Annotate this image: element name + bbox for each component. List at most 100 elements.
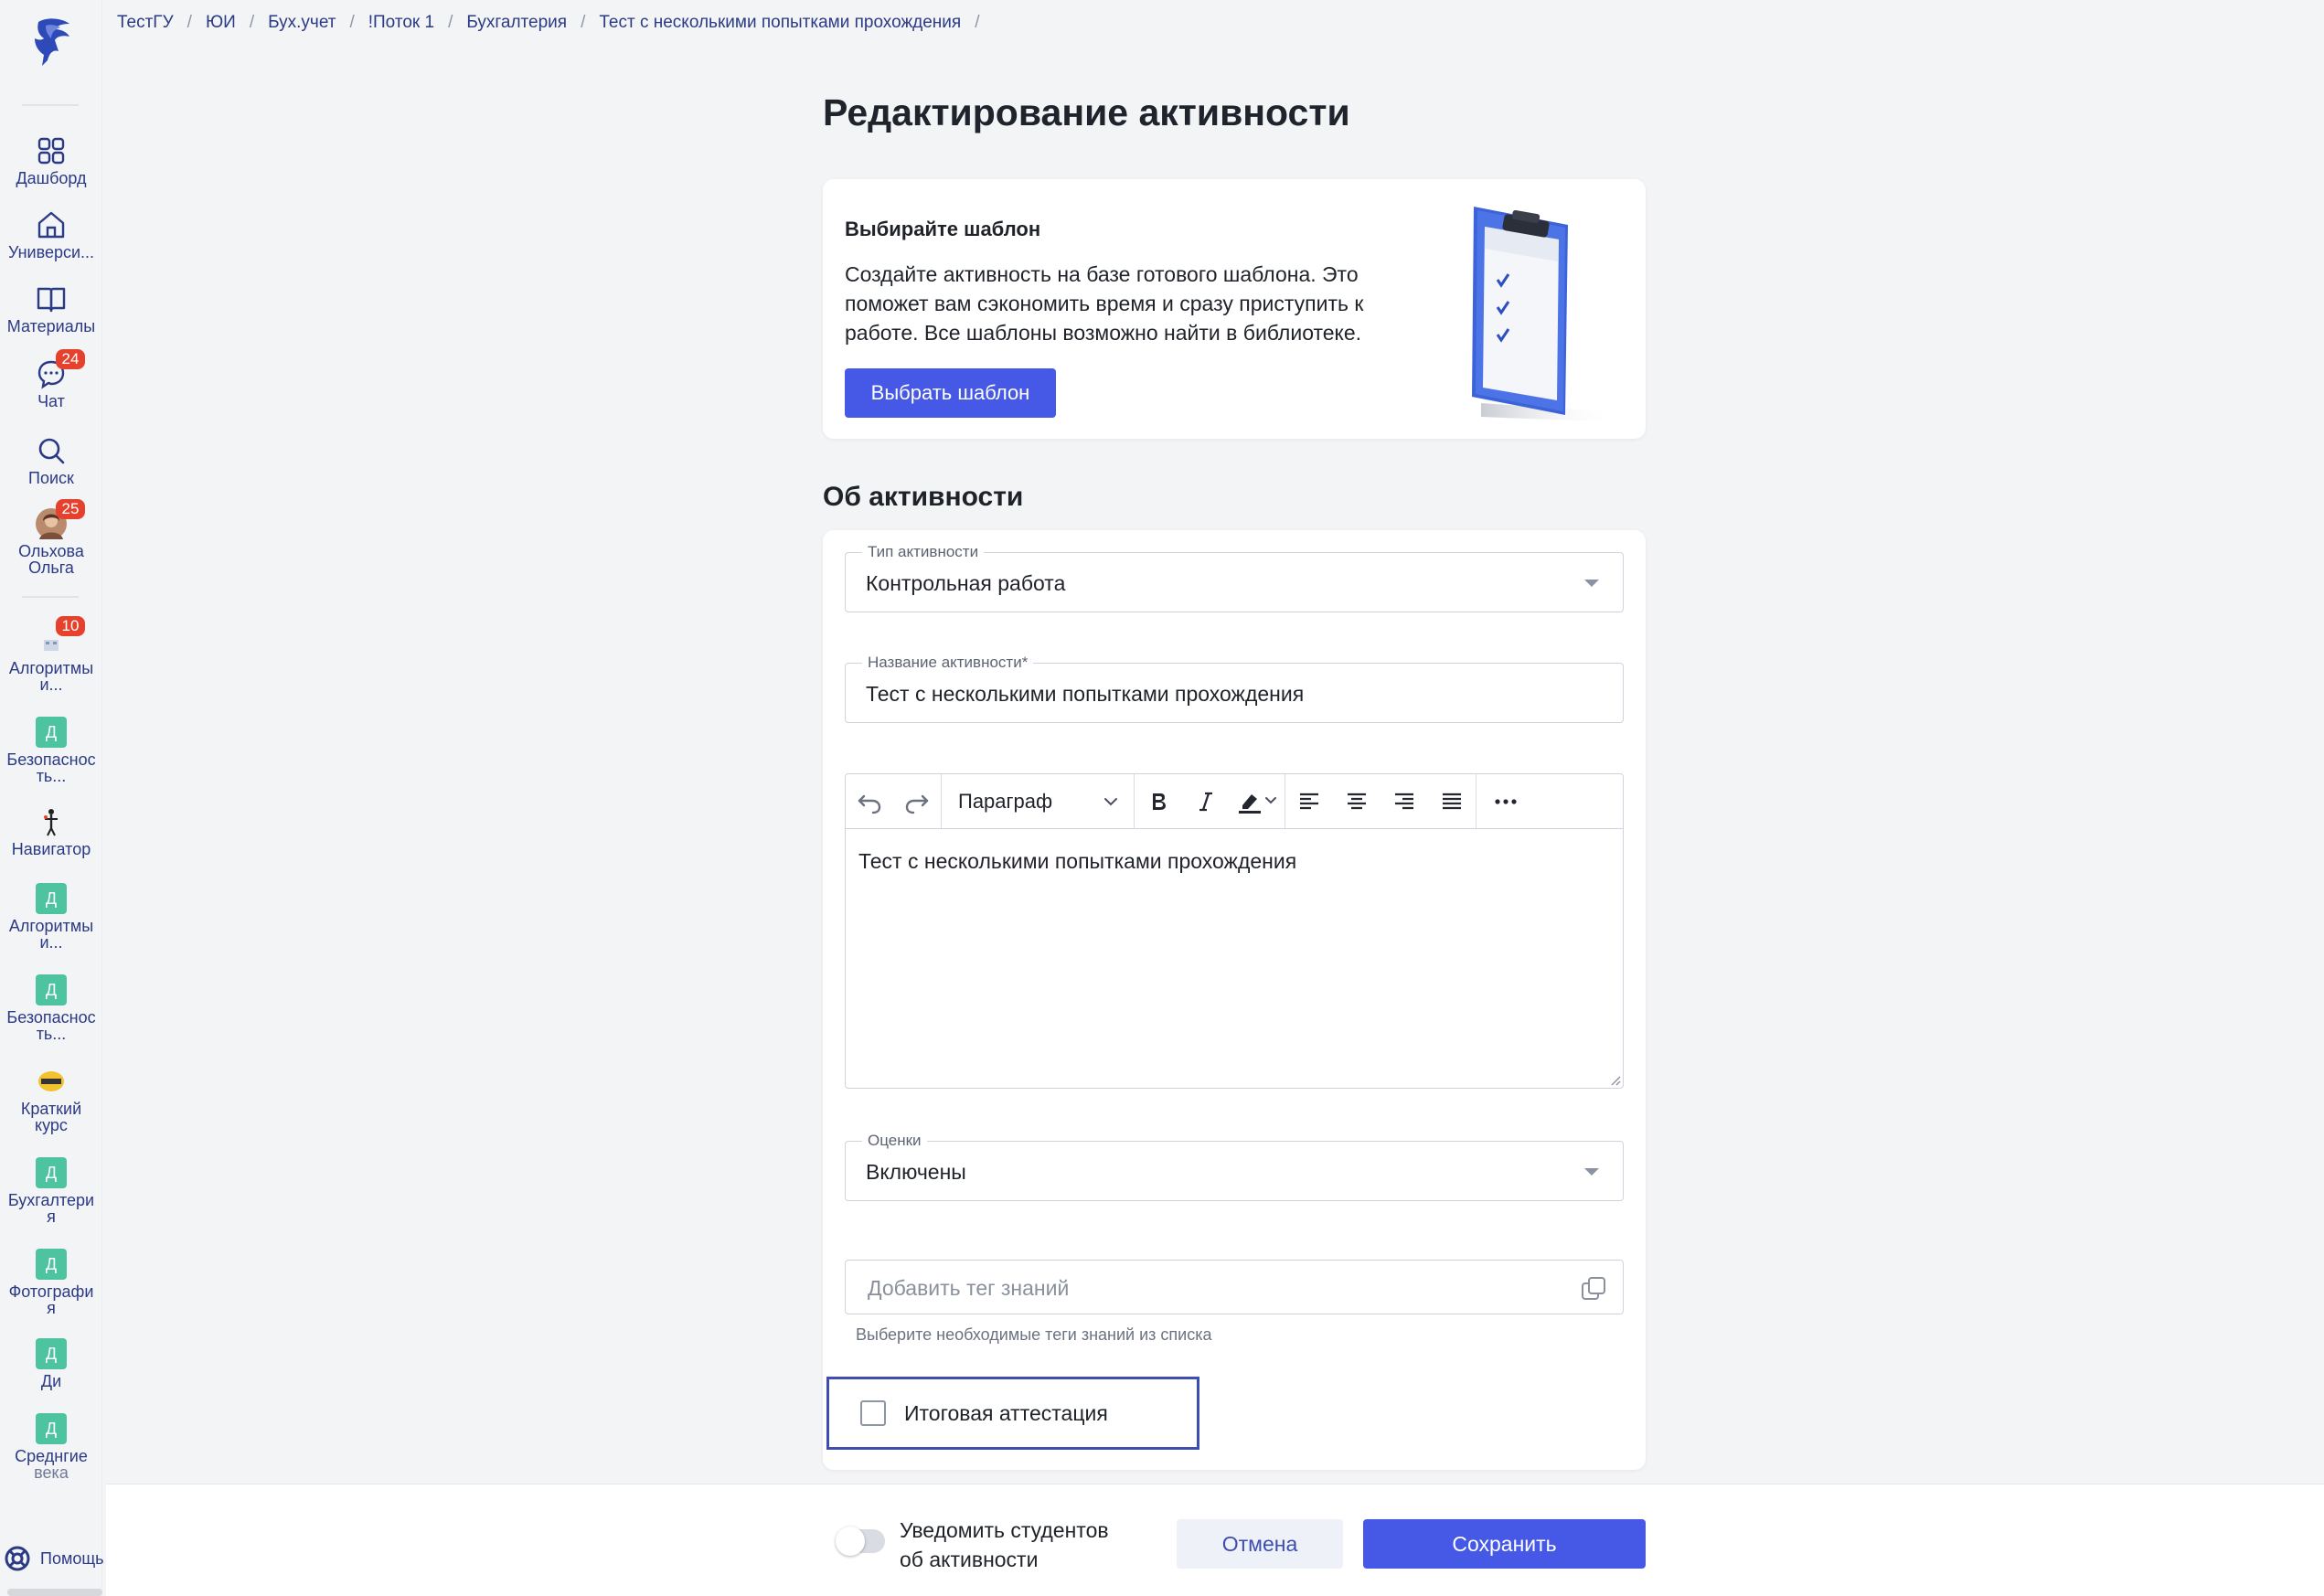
clipboard-illustration-icon bbox=[1472, 207, 1618, 421]
about-section-title: Об активности bbox=[823, 482, 1024, 512]
course-letter-icon: Д bbox=[36, 1249, 67, 1280]
sidebar-course[interactable]: Д Среднгие века bbox=[0, 1413, 102, 1481]
breadcrumb-item[interactable]: ЮИ bbox=[206, 13, 236, 33]
align-justify-button[interactable] bbox=[1428, 774, 1476, 829]
sidebar-course-label: Краткий курс bbox=[20, 1100, 82, 1134]
align-left-icon bbox=[1300, 793, 1318, 809]
highlighter-icon bbox=[1239, 793, 1276, 814]
breadcrumb-item[interactable]: !Поток 1 bbox=[368, 13, 434, 33]
course-badge: 10 bbox=[56, 616, 85, 636]
form-footer: Уведомить студентов об активности Отмена… bbox=[106, 1484, 2324, 1596]
course-letter-icon: Д bbox=[36, 974, 67, 1005]
help-link[interactable]: Помощь bbox=[4, 1545, 104, 1572]
sidebar-course[interactable]: Навигатор bbox=[0, 806, 102, 857]
activity-type-legend: Тип активности bbox=[862, 543, 985, 561]
more-options-button[interactable] bbox=[1476, 774, 1535, 829]
sidebar-course-label: Бухгалтери я bbox=[7, 1191, 95, 1226]
grades-value: Включены bbox=[866, 1160, 966, 1184]
sidebar-item-search[interactable]: Поиск bbox=[0, 435, 102, 486]
final-attestation-checkbox[interactable] bbox=[860, 1400, 886, 1426]
sidebar-item-profile[interactable]: 25 Ольхова Ольга bbox=[0, 499, 102, 577]
course-letter-icon: Д bbox=[36, 883, 67, 914]
rich-text-editor[interactable]: Параграф Тест с несколькими попытками пр… bbox=[845, 773, 1624, 1089]
paragraph-style-select[interactable]: Параграф bbox=[942, 774, 1134, 829]
sidebar-course-sublabel: века bbox=[34, 1463, 69, 1482]
sidebar-course[interactable]: Д Ди bbox=[0, 1338, 102, 1389]
activity-type-select[interactable]: Тип активности Контрольная работа bbox=[845, 543, 1624, 612]
breadcrumb-item[interactable]: Бухгалтерия bbox=[466, 13, 567, 33]
sidebar-item-chat[interactable]: 24 Чат bbox=[0, 349, 102, 410]
profile-badge: 25 bbox=[56, 499, 85, 519]
template-card-title: Выбирайте шаблон bbox=[845, 218, 1041, 240]
final-attestation-option[interactable]: Итоговая аттестация bbox=[826, 1377, 1199, 1450]
save-button[interactable]: Сохранить bbox=[1363, 1519, 1646, 1569]
sidebar-item-label: Поиск bbox=[28, 469, 74, 487]
sidebar-course[interactable]: Д Алгоритмы и... bbox=[0, 883, 102, 951]
breadcrumb-item[interactable]: ТестГУ bbox=[117, 13, 174, 33]
choose-template-button[interactable]: Выбрать шаблон bbox=[845, 368, 1056, 418]
redo-icon bbox=[905, 794, 929, 814]
sidebar-course-label: Безопаснос ть... bbox=[6, 1008, 96, 1043]
breadcrumb-item[interactable]: Бух.учет bbox=[268, 13, 336, 33]
activity-name-value: Тест с несколькими попытками прохождения bbox=[866, 682, 1305, 706]
course-letter-icon: Д bbox=[36, 1413, 67, 1444]
copy-icon[interactable] bbox=[1579, 1274, 1608, 1303]
sidebar-course-label: Навигатор bbox=[11, 840, 91, 858]
editor-toolbar: Параграф bbox=[846, 774, 1623, 829]
sidebar-course-label: Алгоритмы и... bbox=[8, 917, 94, 952]
editor-content[interactable]: Тест с несколькими попытками прохождения bbox=[858, 849, 1296, 874]
sidebar-item-university[interactable]: Универси... bbox=[0, 209, 102, 261]
bold-button[interactable] bbox=[1135, 774, 1182, 829]
redo-button[interactable] bbox=[893, 774, 941, 829]
course-letter-icon: Д bbox=[36, 1157, 67, 1188]
sidebar-item-label: Материалы bbox=[6, 317, 96, 335]
sidebar-course-label: Безопаснос ть... bbox=[6, 750, 96, 785]
final-attestation-label: Итоговая аттестация bbox=[904, 1400, 1108, 1425]
logo-icon[interactable] bbox=[26, 15, 77, 69]
notify-students-toggle[interactable] bbox=[836, 1527, 885, 1556]
undo-button[interactable] bbox=[846, 774, 893, 829]
sidebar-course[interactable]: Д Бухгалтери я bbox=[0, 1157, 102, 1225]
highlight-button[interactable] bbox=[1230, 774, 1285, 829]
breadcrumb: ТестГУ / ЮИ / Бух.учет / !Поток 1/ Бухгалте… bbox=[117, 13, 980, 33]
sidebar-item-dashboard[interactable]: Дашборд bbox=[0, 135, 102, 186]
sidebar-item-label: Чат bbox=[37, 392, 65, 410]
resize-handle-icon[interactable] bbox=[1608, 1073, 1621, 1086]
sidebar-course[interactable]: Д Фотографи я bbox=[0, 1249, 102, 1316]
undo-icon bbox=[858, 794, 881, 814]
activity-form: Тип активности Контрольная работа Назван… bbox=[823, 530, 1646, 1470]
sidebar-course[interactable]: Краткий курс bbox=[0, 1066, 102, 1133]
sidebar-course[interactable]: 10 Алгоритмы и... bbox=[0, 616, 102, 694]
sidebar-course[interactable]: Д Безопаснос ть... bbox=[0, 974, 102, 1042]
knowledge-tag-hint: Выберите необходимые теги знаний из спис… bbox=[856, 1325, 1212, 1344]
activity-name-legend: Название активности* bbox=[862, 654, 1034, 672]
chat-badge: 24 bbox=[56, 349, 85, 369]
grid-icon bbox=[37, 137, 65, 165]
align-left-button[interactable] bbox=[1285, 774, 1333, 829]
sidebar-item-materials[interactable]: Материалы bbox=[0, 283, 102, 335]
sidebar-scrollbar[interactable] bbox=[7, 1589, 102, 1596]
book-icon bbox=[37, 287, 66, 313]
sidebar: Дашборд Универси... Материалы 24 Чат Пои bbox=[0, 0, 104, 1596]
italic-button[interactable] bbox=[1182, 774, 1230, 829]
align-right-button[interactable] bbox=[1381, 774, 1428, 829]
breadcrumb-item[interactable]: Тест с несколькими попытками прохождения bbox=[599, 13, 961, 33]
sidebar-course-label: Среднгие bbox=[15, 1447, 88, 1465]
course-image-icon bbox=[44, 809, 58, 836]
cancel-button[interactable]: Отмена bbox=[1177, 1519, 1343, 1569]
notify-students-label: Уведомить студентов об активности bbox=[900, 1518, 1109, 1571]
sidebar-course[interactable]: Д Безопаснос ть... bbox=[0, 717, 102, 784]
align-center-button[interactable] bbox=[1333, 774, 1381, 829]
sidebar-item-label: Ольхова Ольга bbox=[18, 542, 84, 577]
caret-down-icon bbox=[1584, 580, 1599, 587]
course-letter-icon: Д bbox=[36, 717, 67, 748]
sidebar-course-label: Алгоритмы и... bbox=[8, 659, 94, 694]
template-card-text: Создайте активность на базе готового шаб… bbox=[845, 262, 1364, 345]
activity-name-field[interactable]: Название активности* Тест с несколькими … bbox=[845, 654, 1624, 723]
italic-icon bbox=[1199, 792, 1212, 811]
activity-type-value: Контрольная работа bbox=[866, 571, 1066, 595]
knowledge-tag-input[interactable]: Добавить тег знаний bbox=[845, 1260, 1624, 1314]
sidebar-divider bbox=[22, 596, 79, 598]
grades-select[interactable]: Оценки Включены bbox=[845, 1132, 1624, 1201]
course-image-icon bbox=[38, 1071, 64, 1091]
